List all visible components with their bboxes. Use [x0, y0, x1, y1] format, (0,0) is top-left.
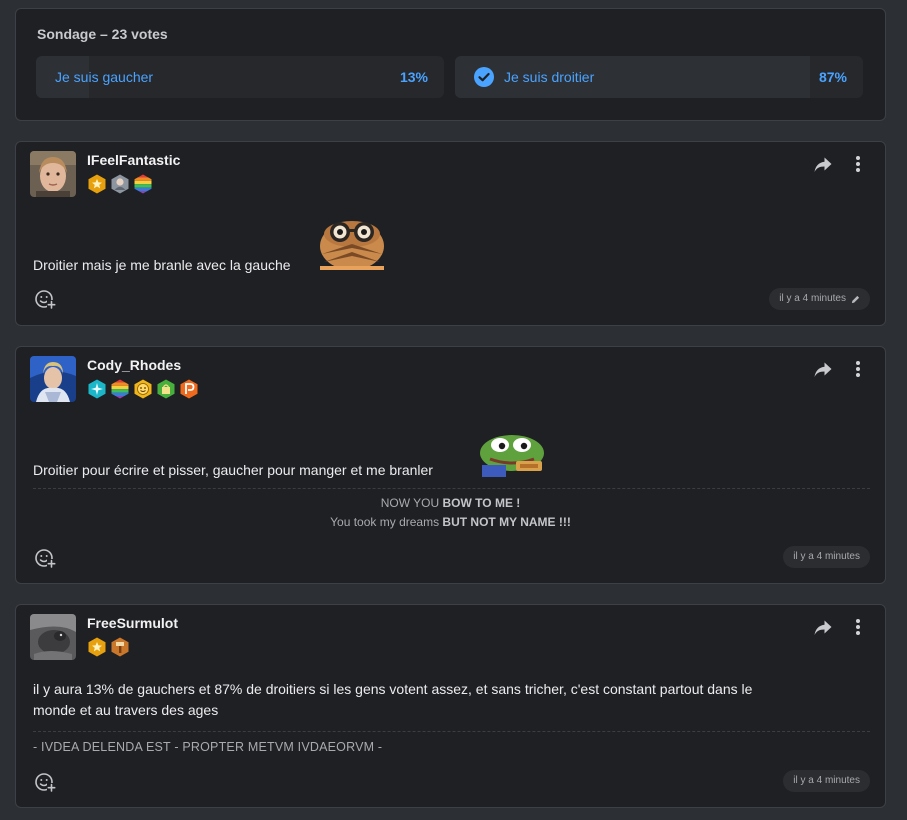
sparkle-badge-icon [88, 379, 106, 399]
timestamp: il y a 4 minutes [783, 546, 870, 568]
poll-card: Sondage – 23 votes Je suis gaucher 13% J… [15, 8, 886, 121]
badges [87, 379, 199, 399]
poll-option-label: Je suis droitier [504, 69, 595, 85]
share-icon[interactable] [813, 361, 833, 379]
badges [87, 174, 153, 194]
post-text-content: Droitier pour écrire et pisser, gaucher … [33, 462, 433, 478]
signature-divider [33, 488, 870, 489]
timestamp: il y a 4 minutes [783, 770, 870, 792]
timestamp: il y a 4 minutes [769, 288, 870, 310]
rainbow-badge-icon [111, 379, 129, 399]
username[interactable]: Cody_Rhodes [87, 357, 181, 373]
add-reaction-icon[interactable] [34, 288, 56, 310]
more-options-icon[interactable] [852, 360, 864, 378]
signature-line: You took my dreams BUT NOT MY NAME !!! [330, 515, 571, 529]
smile-badge-icon [134, 379, 152, 399]
post-text: Droitier pour écrire et pisser, gaucher … [33, 460, 433, 481]
add-reaction-icon[interactable] [34, 771, 56, 793]
post-text-content: Droitier mais je me branle avec la gauch… [33, 257, 291, 273]
glasses-frog-sticker-icon [320, 221, 384, 270]
poll-option-label: Je suis gaucher [55, 69, 154, 85]
post-card: FreeSurmulot il y aura 13% de gauchers e… [15, 604, 886, 808]
signature-line: NOW YOU BOW TO ME ! [380, 496, 521, 510]
post-text-line: il y aura 13% de gauchers et 87% de droi… [33, 681, 753, 697]
poll-title: Sondage – 23 votes [37, 26, 168, 42]
add-reaction-icon[interactable] [34, 547, 56, 569]
share-icon[interactable] [813, 156, 833, 174]
signature-divider [33, 731, 870, 732]
post-card: Cody_Rhodes Droitier pour écrire et piss… [15, 346, 886, 584]
poll-option-droitier[interactable]: Je suis droitier 87% [455, 56, 863, 98]
avatar[interactable] [30, 151, 76, 197]
shopping-badge-icon [157, 379, 175, 399]
hammer-badge-icon [111, 637, 129, 657]
username[interactable]: FreeSurmulot [87, 615, 178, 631]
avatar[interactable] [30, 356, 76, 402]
star-badge-icon [88, 637, 106, 657]
p-badge-icon [180, 379, 198, 399]
check-circle-icon [474, 67, 494, 87]
poll-option-percent: 87% [818, 69, 847, 85]
signature: NOW YOU BOW TO ME ! You took my dreams B… [16, 494, 885, 532]
username[interactable]: IFeelFantastic [87, 152, 180, 168]
poll-option-percent: 13% [399, 69, 428, 85]
signature: - IVDEA DELENDA EST - PROPTER METVM IVDA… [33, 740, 383, 754]
more-options-icon[interactable] [852, 155, 864, 173]
timestamp-text: il y a 4 minutes [793, 551, 860, 562]
more-options-icon[interactable] [852, 618, 864, 636]
star-badge-icon [88, 174, 106, 194]
poll-option-gaucher[interactable]: Je suis gaucher 13% [36, 56, 444, 98]
post-text-line: monde et au travers des ages [33, 702, 219, 718]
post-text: Droitier mais je me branle avec la gauch… [33, 255, 291, 276]
pepe-frog-sticker-icon [480, 435, 544, 477]
rainbow-badge-icon [134, 174, 152, 194]
profile-badge-icon [111, 174, 129, 194]
share-icon[interactable] [813, 619, 833, 637]
badges [87, 637, 130, 657]
avatar[interactable] [30, 614, 76, 660]
edited-pencil-icon [851, 295, 860, 303]
timestamp-text: il y a 4 minutes [793, 775, 860, 786]
timestamp-text: il y a 4 minutes [779, 293, 846, 304]
post-text: il y aura 13% de gauchers et 87% de droi… [33, 679, 752, 721]
post-card: IFeelFantastic Droitier mais je me branl… [15, 141, 886, 326]
